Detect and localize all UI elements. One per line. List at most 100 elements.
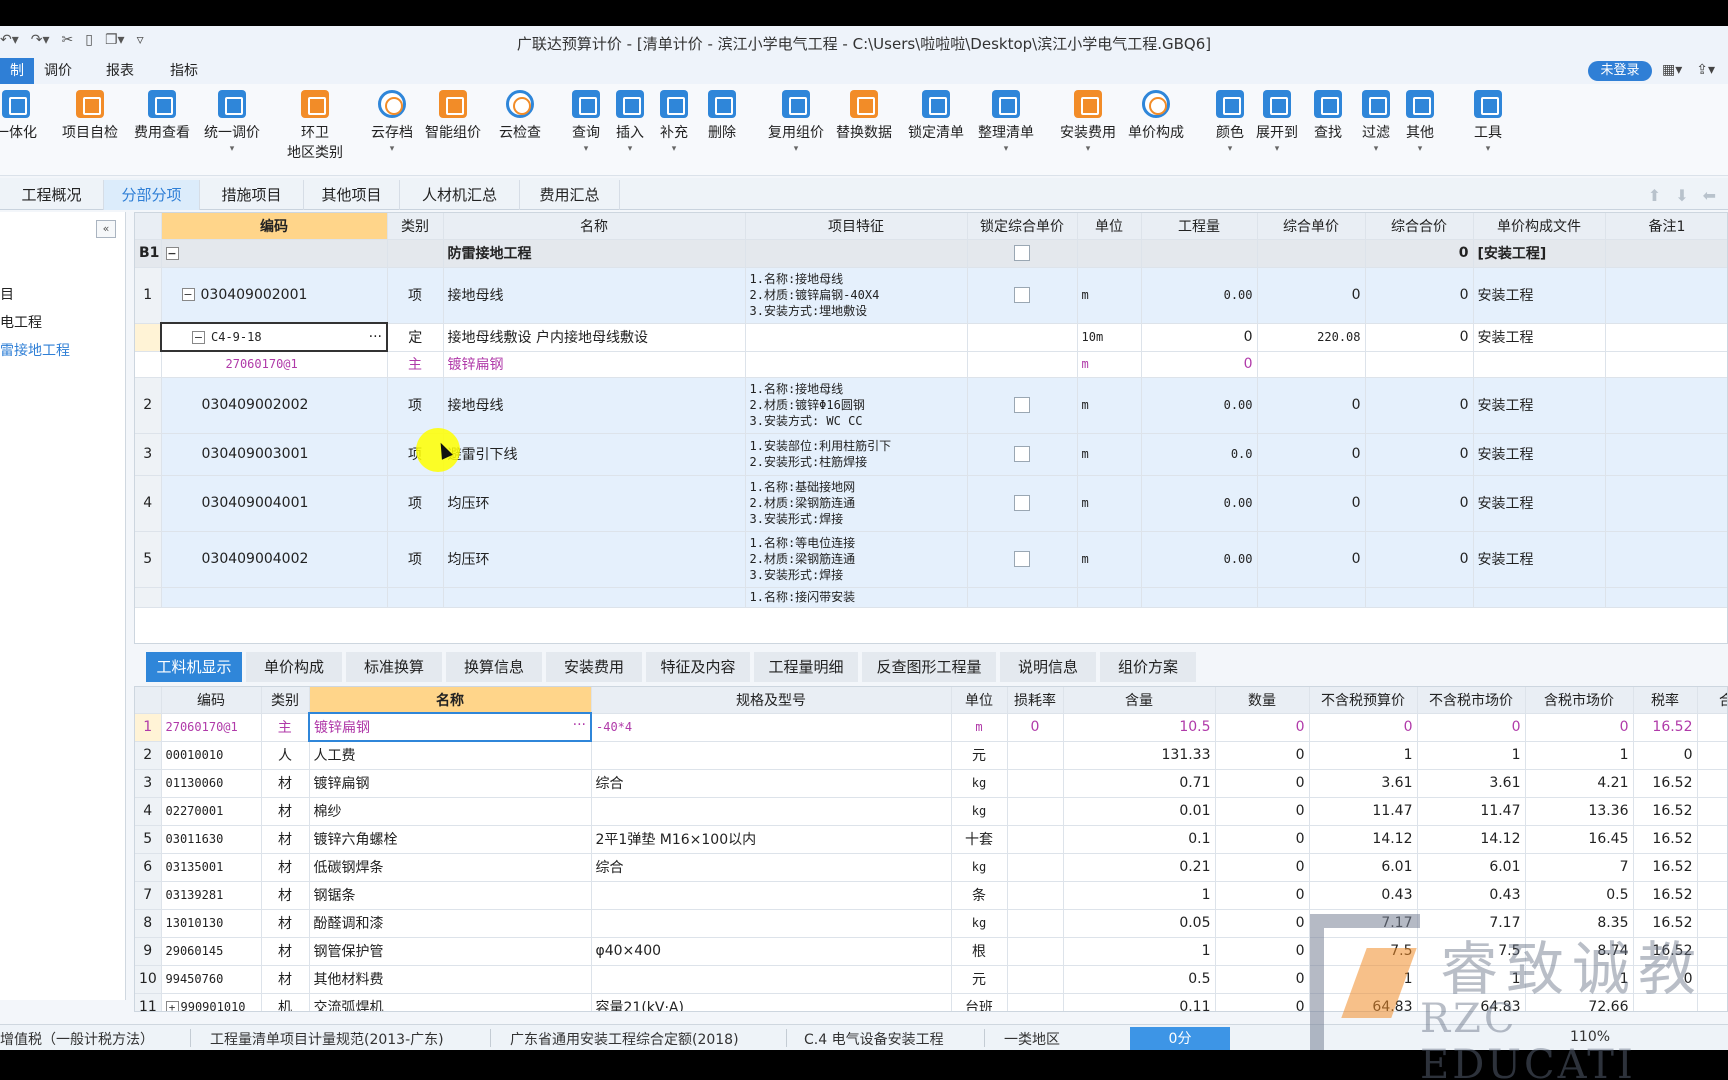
tab-reverse-graphic-quantity[interactable]: 反查图形工程量 (862, 652, 998, 682)
btn-integration[interactable]: 一体化 (0, 90, 38, 142)
col-name[interactable]: 名称 (443, 213, 746, 240)
table-row[interactable]: 5 030409004002 项 均压环 1.名称:等电位连接 2.材质:梁钢筋… (135, 531, 1727, 588)
arrow-left-icon[interactable]: ⬅ (1703, 186, 1716, 205)
lock-checkbox[interactable] (1014, 397, 1030, 413)
zoom-level[interactable]: 110% (1570, 1029, 1610, 1045)
table-row[interactable]: 27060170@1 主 镀锌扁钢 m 0 (135, 351, 1727, 378)
table-row[interactable]: 10 99450760 材 其他材料费 元 0.5 0 1 1 1 0 (135, 965, 1727, 994)
collapse-panel-button[interactable]: « (96, 220, 116, 238)
btn-color[interactable]: 颜色 ▾ (1212, 90, 1248, 154)
btn-tools[interactable]: 工具 ▾ (1470, 90, 1506, 154)
col-total[interactable]: 合 (1697, 687, 1727, 714)
btn-self-check[interactable]: 项目自检 (58, 90, 122, 142)
btn-supplement[interactable]: 补充 ▾ (654, 90, 694, 154)
table-row[interactable]: 4 02270001 材 棉纱 kg 0.01 0 11.47 11.47 13… (135, 797, 1727, 826)
btn-unit-price-composition[interactable]: 单价构成 (1124, 90, 1188, 142)
table-row[interactable]: 2 00010010 人 人工费 元 131.33 0 1 1 1 0 (135, 741, 1727, 770)
collapse-toggle-icon[interactable]: − (192, 330, 205, 344)
share-icon[interactable]: ⇪▾ (1696, 62, 1715, 78)
lock-checkbox[interactable] (1014, 287, 1030, 303)
group-row[interactable]: B1 − 防雷接地工程 0 [安装工程] (135, 239, 1727, 268)
status-tax-method[interactable]: 增值税（一般计税方法） (0, 1029, 154, 1049)
menu-report[interactable]: 报表 (96, 58, 144, 84)
tab-material-display[interactable]: 工料机显示 (146, 652, 244, 682)
lock-checkbox[interactable] (1014, 245, 1030, 261)
col-quantity[interactable]: 数量 (1215, 687, 1310, 714)
col-tax-rate[interactable]: 税率 (1633, 687, 1698, 714)
table-row[interactable]: 1.名称:接闪带安装 (135, 587, 1727, 608)
col-lock-price[interactable]: 锁定综合单价 (967, 213, 1078, 240)
col-composition-file[interactable]: 单价构成文件 (1473, 213, 1606, 240)
col-spec[interactable]: 规格及型号 (591, 687, 952, 714)
btn-delete[interactable]: 删除 (702, 90, 742, 142)
btn-query[interactable]: 查询 ▾ (566, 90, 606, 154)
btn-unified-adjust[interactable]: 统一调价 ▾ (198, 90, 266, 154)
tab-labor-material-summary[interactable]: 人材机汇总 (400, 180, 520, 210)
col-content[interactable]: 含量 (1063, 687, 1216, 714)
table-row[interactable]: 2 030409002002 项 接地母线 1.名称:接地母线 2.材质:镀锌Φ… (135, 377, 1727, 434)
table-row[interactable]: 1 27060170@1 主 镀锌扁钢 ··· -40*4 m 0 10.5 0 … (135, 712, 1727, 742)
col-unit[interactable]: 单位 (1077, 213, 1142, 240)
lock-checkbox[interactable] (1014, 446, 1030, 462)
btn-cloud-save[interactable]: 云存档 ▾ (364, 90, 420, 154)
tab-description[interactable]: 说明信息 (1000, 652, 1098, 682)
btn-region-type[interactable]: 环卫 地区类别 (280, 90, 350, 162)
arrow-up-icon[interactable]: ⬆ (1648, 186, 1661, 205)
tab-other-items[interactable]: 其他项目 (304, 180, 400, 210)
col-market-price-tax[interactable]: 含税市场价 (1525, 687, 1634, 714)
btn-expand-to[interactable]: 展开到 ▾ (1252, 90, 1302, 154)
tree-item-project[interactable]: 目 (0, 284, 14, 304)
table-row[interactable]: 3 01130060 材 镀锌扁钢 综合 kg 0.71 0 3.61 3.61… (135, 769, 1727, 798)
collapse-toggle-icon[interactable]: − (181, 288, 195, 302)
tab-install-fee[interactable]: 安装费用 (546, 652, 644, 682)
table-row[interactable]: 7 03139281 材 钢锯条 条 1 0 0.43 0.43 0.5 16.… (135, 881, 1727, 910)
arrow-down-icon[interactable]: ⬇ (1675, 186, 1688, 205)
more-icon[interactable]: ··· (573, 717, 586, 733)
btn-organize-list[interactable]: 整理清单 ▾ (974, 90, 1038, 154)
col-type[interactable]: 类别 (387, 213, 444, 240)
lock-checkbox[interactable] (1014, 551, 1030, 567)
tree-item-electrical[interactable]: 电工程 (0, 312, 42, 332)
tab-measures[interactable]: 措施项目 (200, 180, 304, 210)
col-remark[interactable]: 备注1 (1605, 213, 1727, 240)
table-row[interactable]: 5 03011630 材 镀锌六角螺栓 2平1弹垫 M16×100以内 十套 0… (135, 825, 1727, 854)
col-market-price[interactable]: 不含税市场价 (1417, 687, 1526, 714)
more-icon[interactable]: ··· (369, 329, 382, 345)
tab-features-content[interactable]: 特征及内容 (646, 652, 752, 682)
table-row[interactable]: 1 −030409002001 项 接地母线 1.名称:接地母线 2.材质:镀锌… (135, 267, 1727, 324)
btn-install-fee[interactable]: 安装费用 ▾ (1056, 90, 1120, 154)
col-code[interactable]: 编码 (161, 687, 262, 714)
table-row[interactable]: 9 29060145 材 钢管保护管 φ40×400 根 1 0 7.5 7.5… (135, 937, 1727, 966)
tab-pricing-plan[interactable]: 组价方案 (1100, 652, 1198, 682)
table-row[interactable]: 3 030409003001 项 避雷引下线 1.安装部位:利用柱筋引下 2.安… (135, 433, 1727, 476)
tab-price-composition[interactable]: 单价构成 (246, 652, 344, 682)
btn-reuse-pricing[interactable]: 复用组价 ▾ (764, 90, 828, 154)
btn-find[interactable]: 查找 (1310, 90, 1346, 142)
grid-view-icon[interactable]: ▦▾ (1662, 62, 1682, 78)
btn-lock-list[interactable]: 锁定清单 (904, 90, 968, 142)
col-unit[interactable]: 单位 (951, 687, 1008, 714)
expand-toggle-icon[interactable]: + (165, 1001, 179, 1011)
col-name[interactable]: 名称 (309, 687, 592, 714)
btn-cloud-check[interactable]: 云检查 (492, 90, 548, 142)
btn-replace-data[interactable]: 替换数据 (832, 90, 896, 142)
col-unit-price[interactable]: 综合单价 (1257, 213, 1366, 240)
table-row[interactable]: 11 +990901010 机 交流弧焊机 容量21(kV·A) 台班 0.11… (135, 993, 1727, 1011)
btn-fee-view[interactable]: 费用查看 (130, 90, 194, 142)
col-type[interactable]: 类别 (261, 687, 310, 714)
col-quantity[interactable]: 工程量 (1141, 213, 1258, 240)
btn-insert[interactable]: 插入 ▾ (610, 90, 650, 154)
menu-adjust-price[interactable]: 调价 (34, 58, 82, 84)
menu-indicator[interactable]: 指标 (160, 58, 208, 84)
tab-quantity-detail[interactable]: 工程量明细 (754, 652, 860, 682)
btn-other[interactable]: 其他 ▾ (1402, 90, 1438, 154)
col-loss-rate[interactable]: 损耗率 (1007, 687, 1064, 714)
table-row[interactable]: 6 03135001 材 低碳钢焊条 综合 kg 0.21 0 6.01 6.0… (135, 853, 1727, 882)
tab-conversion-info[interactable]: 换算信息 (446, 652, 544, 682)
tree-item-lightning[interactable]: 雷接地工程 (0, 340, 70, 360)
status-region[interactable]: 一类地区 (1004, 1029, 1060, 1049)
tab-standard-conversion[interactable]: 标准换算 (346, 652, 444, 682)
btn-filter[interactable]: 过滤 ▾ (1358, 90, 1394, 154)
tab-sub-items[interactable]: 分部分项 (104, 180, 200, 210)
status-specialty[interactable]: C.4 电气设备安装工程 (804, 1029, 944, 1049)
